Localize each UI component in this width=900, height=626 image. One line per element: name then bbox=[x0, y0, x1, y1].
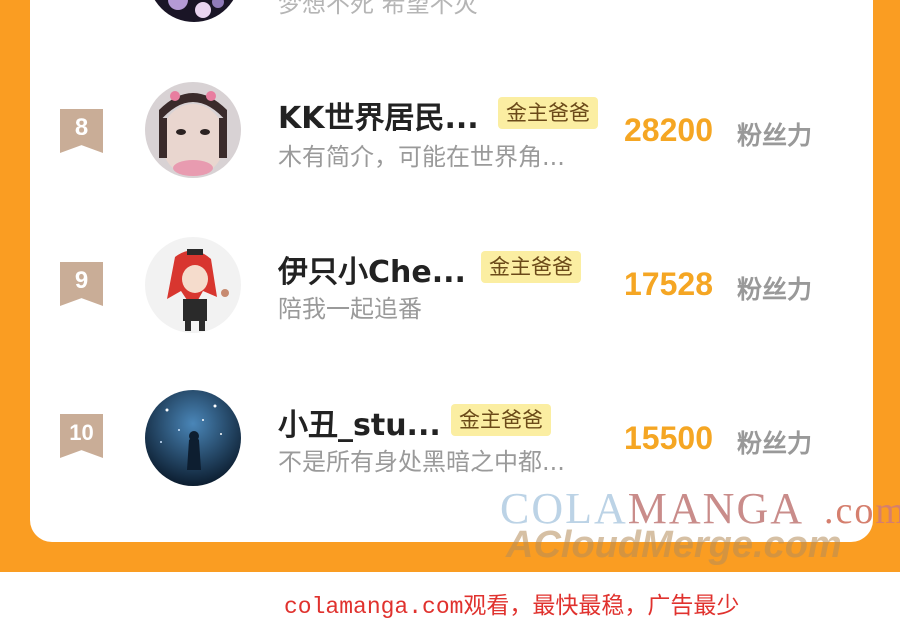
fans-count: 17528 bbox=[624, 266, 713, 302]
user-description: 不是所有身处黑暗之中都... bbox=[278, 448, 565, 476]
avatar[interactable] bbox=[145, 390, 241, 486]
list-item[interactable]: 9 伊只小Che... 金主爸爸 陪我一起追番 17528 粉丝力 bbox=[0, 220, 900, 350]
fans-label: 粉丝力 bbox=[737, 429, 813, 458]
rank-badge: 10 bbox=[60, 414, 103, 458]
fans-label: 粉丝力 bbox=[737, 121, 813, 150]
user-description: 陪我一起追番 bbox=[278, 295, 422, 323]
avatar[interactable] bbox=[145, 237, 241, 333]
sponsor-tag: 金主爸爸 bbox=[498, 97, 598, 129]
watermark-secondary: ACloudMerge.com bbox=[506, 524, 842, 566]
fans-label: 粉丝力 bbox=[737, 275, 813, 304]
rank-badge: 8 bbox=[60, 109, 103, 153]
user-name[interactable]: 小丑_stu... bbox=[278, 400, 441, 444]
user-description: 木有简介，可能在世界角... bbox=[278, 143, 565, 171]
user-name[interactable]: KK世界居民... bbox=[278, 93, 479, 137]
fans-count: 28200 bbox=[624, 112, 713, 148]
user-name[interactable]: 伊只小Che... bbox=[278, 247, 466, 291]
list-item[interactable]: 8 KK世界居民... 金主爸爸 木有简介，可能在世界角... 28200 粉丝… bbox=[0, 65, 900, 195]
rank-badge: 9 bbox=[60, 262, 103, 306]
avatar[interactable] bbox=[145, 82, 241, 178]
sponsor-tag: 金主爸爸 bbox=[451, 404, 551, 436]
sponsor-tag: 金主爸爸 bbox=[481, 251, 581, 283]
fans-count: 15500 bbox=[624, 420, 713, 456]
user-description: 梦想不死 希望不灭 bbox=[278, 0, 478, 18]
footer-ad-text: colamanga.com观看，最快最稳，广告最少 bbox=[284, 594, 740, 620]
